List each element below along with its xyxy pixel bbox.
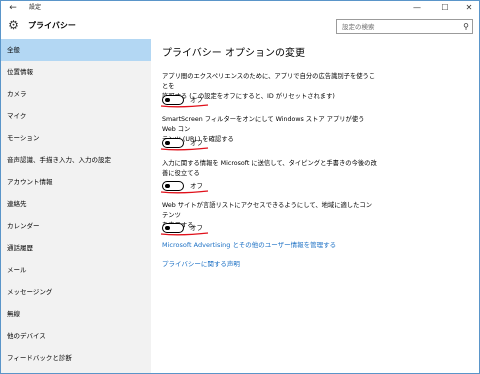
sidebar-item-contacts[interactable]: 連絡先 — [1, 193, 151, 215]
sidebar-item-account-info[interactable]: アカウント情報 — [1, 171, 151, 193]
search-icon[interactable]: ⚲ — [463, 21, 469, 32]
sidebar-item-calendar[interactable]: カレンダー — [1, 215, 151, 237]
sidebar-item-other-devices[interactable]: 他のデバイス — [1, 325, 151, 347]
sidebar-item-messaging[interactable]: メッセージング — [1, 281, 151, 303]
main-content: プライバシー オプションの変更 アプリ間のエクスペリエンスのために、アプリで自分… — [151, 39, 479, 373]
toggle-knob — [165, 225, 170, 230]
manage-advertising-link[interactable]: Microsoft Advertising とその他のユーザー情報を管理する — [162, 240, 336, 250]
privacy-statement-link[interactable]: プライバシーに関する声明 — [162, 259, 240, 269]
setting-desc-line: Web サイトが言語リストにアクセスできるようにして、地域に適したコンテンツ — [162, 202, 372, 219]
setting-desc-line: 善に役立てる — [162, 170, 200, 177]
setting-desc-line: 入力に関する情報を Microsoft に送信して、タイピングと手書きの今後の改 — [162, 160, 377, 167]
title-bar: ← 設定 — ☐ ✕ — [1, 1, 479, 15]
section-title: プライバシー — [28, 21, 76, 30]
sidebar-item-feedback[interactable]: フィードバックと診断 — [1, 347, 151, 369]
gear-icon: ⚙ — [8, 18, 19, 32]
red-annotation-underline — [160, 190, 209, 194]
toggle-knob — [165, 97, 170, 102]
setting-desc-line: SmartScreen フィルターをオンにして Windows ストア アプリが… — [162, 116, 365, 133]
sidebar-item-call-history[interactable]: 通話履歴 — [1, 237, 151, 259]
red-annotation-underline — [160, 232, 209, 236]
sidebar-item-email[interactable]: メール — [1, 259, 151, 281]
settings-window: ← 設定 — ☐ ✕ ⚙ プライバシー 設定の検索 ⚲ 全般 位置情報 カメラ … — [0, 0, 480, 374]
sidebar-item-microphone[interactable]: マイク — [1, 105, 151, 127]
sidebar-item-speech[interactable]: 音声認識、手描き入力、入力の設定 — [1, 149, 151, 171]
search-input[interactable]: 設定の検索 ⚲ — [336, 19, 473, 34]
red-annotation-underline — [160, 147, 209, 151]
sidebar-item-general[interactable]: 全般 — [1, 39, 151, 61]
sidebar-item-camera[interactable]: カメラ — [1, 83, 151, 105]
sidebar-item-radios[interactable]: 無線 — [1, 303, 151, 325]
sidebar-item-motion[interactable]: モーション — [1, 127, 151, 149]
maximize-icon[interactable]: ☐ — [436, 2, 454, 14]
close-icon[interactable]: ✕ — [460, 2, 478, 14]
page-header: ⚙ プライバシー 設定の検索 ⚲ — [1, 15, 479, 38]
search-placeholder: 設定の検索 — [342, 23, 375, 31]
sidebar-item-location[interactable]: 位置情報 — [1, 61, 151, 83]
page-title: プライバシー オプションの変更 — [162, 48, 305, 59]
window-title: 設定 — [29, 4, 42, 11]
red-annotation-underline — [160, 104, 209, 108]
back-arrow-icon[interactable]: ← — [6, 2, 20, 14]
minimize-icon[interactable]: — — [408, 2, 426, 14]
toggle-knob — [165, 183, 170, 188]
toggle-knob — [165, 140, 170, 145]
sidebar: 全般 位置情報 カメラ マイク モーション 音声認識、手描き入力、入力の設定 ア… — [1, 39, 151, 373]
setting-typing-info-description: 入力に関する情報を Microsoft に送信して、タイピングと手書きの今後の改… — [162, 159, 377, 179]
setting-desc-line: アプリ間のエクスペリエンスのために、アプリで自分の広告識別子を使うことを — [162, 73, 376, 90]
